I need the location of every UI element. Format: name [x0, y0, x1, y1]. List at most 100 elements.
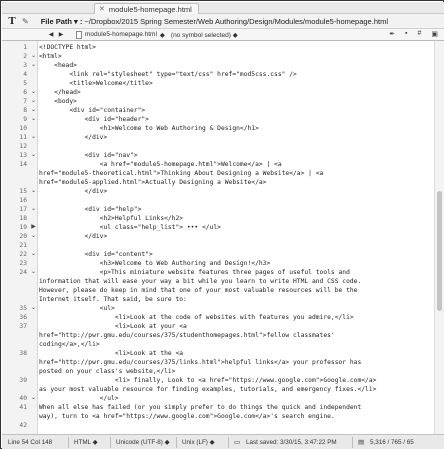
code-line[interactable]: <p>This miniature website features three… — [39, 268, 350, 277]
vertical-scrollbar[interactable] — [434, 41, 444, 434]
code-line[interactable]: posted on your class's website,</li> — [39, 367, 175, 376]
back-arrow-icon[interactable]: ◀ — [46, 31, 56, 38]
forward-arrow-icon[interactable]: ▶ — [56, 31, 66, 38]
tab-title: module5-homepage.html — [108, 4, 192, 14]
code-area[interactable]: <!DOCTYPE html> <html> <head> <link rel="… — [39, 41, 434, 434]
fold-toggle-icon[interactable]: ▶ — [30, 223, 37, 232]
code-line[interactable]: <ul class="help_list"> ••• </ul> — [39, 223, 221, 232]
bookmark-icon[interactable]: ▪ — [405, 30, 407, 38]
chevron-down-icon: ◆ — [159, 31, 165, 39]
code-line[interactable]: information that will ease your way a bi… — [39, 277, 361, 286]
last-saved: Last saved: 3/30/15, 3:47:22 PM — [246, 439, 337, 446]
line-number: 10 — [19, 125, 27, 132]
code-line[interactable]: <div id="container"> — [39, 106, 145, 115]
fold-toggle-icon[interactable]: ⌄ — [30, 61, 37, 70]
line-number: 14 — [19, 161, 27, 168]
code-line[interactable]: <html> — [39, 52, 62, 61]
line-number: 16 — [19, 197, 27, 204]
code-line[interactable]: way), turn to <a href="https://www.googl… — [39, 412, 335, 421]
code-line[interactable]: <ul> — [39, 304, 115, 313]
code-line[interactable]: <li>Look at the code of websites with fe… — [39, 313, 354, 322]
code-line[interactable]: <title>Welcome</title> — [39, 79, 152, 88]
fold-toggle-icon[interactable]: ⌄ — [30, 394, 37, 403]
symbol-menu-label: (no symbol selected) — [170, 31, 231, 39]
code-line[interactable]: <!DOCTYPE html> — [39, 43, 96, 52]
code-line[interactable]: <h3>Welcome to Web Authoring and Design!… — [39, 259, 271, 268]
fold-toggle-icon[interactable]: ⌄ — [30, 205, 37, 214]
symbol-menu[interactable]: (no symbol selected) ◆ — [171, 31, 238, 39]
code-line[interactable]: <body> — [39, 97, 77, 106]
language-menu[interactable]: HTML ◆ — [74, 439, 98, 446]
code-line[interactable]: href="http://pwr.gmu.edu/courses/375/lin… — [39, 358, 361, 367]
page-icon[interactable]: ▣ — [431, 30, 438, 38]
file-path-value: ~/Dropbox/2015 Spring Semester/Web Autho… — [84, 16, 388, 26]
tab-module5-homepage[interactable]: ✕ module5-homepage.html — [94, 3, 199, 14]
fold-toggle-icon[interactable]: ⌄ — [30, 88, 37, 97]
code-line[interactable]: <link rel="stylesheet" type="text/css" h… — [39, 70, 296, 79]
code-line[interactable]: </head> — [39, 88, 81, 97]
file-menu[interactable]: module5-homepage.html ◆ — [76, 30, 165, 39]
line-number: 24 — [19, 269, 27, 276]
code-line[interactable]: <div id="content"> — [39, 250, 152, 259]
status-divider — [110, 437, 111, 448]
encoding-menu[interactable]: Unicode (UTF-8) ◆ — [116, 439, 169, 446]
code-line[interactable]: <h2>Helpful Links</h2> — [39, 214, 183, 223]
code-line[interactable]: </ul> — [39, 394, 119, 403]
line-endings-menu[interactable]: Unix (LF) ◆ — [182, 439, 214, 446]
document-icon — [76, 30, 82, 39]
code-line[interactable]: <li>Look at your <a — [39, 322, 187, 331]
code-line[interactable]: <h1>Welcome to Web Authoring & Design</h… — [39, 124, 259, 133]
status-divider — [352, 437, 353, 448]
fold-toggle-icon[interactable]: ⌄ — [30, 250, 37, 259]
cursor-position[interactable]: Line 54 Col 148 — [8, 439, 52, 446]
hash-icon[interactable]: # — [417, 30, 421, 38]
code-line[interactable]: <head> — [39, 61, 77, 70]
fold-toggle-icon[interactable]: ⌄ — [30, 232, 37, 241]
file-path-label[interactable]: File Path ▾ : — [41, 17, 83, 26]
fold-toggle-icon[interactable]: ⌄ — [30, 115, 37, 124]
fold-toggle-icon[interactable]: ⌄ — [30, 106, 37, 115]
line-number: 36 — [19, 314, 27, 321]
code-line[interactable]: </div> — [39, 133, 107, 142]
fold-toggle-icon[interactable]: ⌄ — [30, 151, 37, 160]
code-line[interactable]: </div> — [39, 187, 107, 196]
code-line[interactable]: <li> finally, Look to <a href="https://w… — [39, 376, 377, 385]
fold-toggle-icon[interactable]: ⌄ — [30, 97, 37, 106]
fold-toggle-icon[interactable]: ⌄ — [30, 304, 37, 313]
file-menu-label: module5-homepage.html — [85, 31, 157, 38]
code-line[interactable]: href="http://pwr.gmu.edu/courses/375/stu… — [39, 331, 335, 340]
fold-toggle-icon[interactable]: ⌄ — [30, 268, 37, 277]
code-line[interactable]: Internet itself. That said, be sure to: — [39, 295, 187, 304]
code-line[interactable]: href="module5-theoretical.html">Thinking… — [39, 169, 323, 178]
pencil-icon[interactable]: ✎ — [22, 17, 29, 26]
code-line[interactable]: <li>Look at the <a — [39, 349, 183, 358]
code-line[interactable]: <div id="header"> — [39, 115, 148, 124]
pen-icon[interactable]: ✒ — [389, 30, 395, 38]
line-number: 21 — [19, 242, 27, 249]
code-line[interactable]: as your most valuable resource for findi… — [39, 385, 376, 394]
line-number: 11 — [19, 134, 27, 141]
fold-toggle-icon[interactable]: ⌄ — [30, 133, 37, 142]
code-line[interactable]: <div id="nav"> — [39, 151, 137, 160]
code-line[interactable]: However, please do keep in mind that one… — [39, 286, 357, 295]
close-icon[interactable]: ✕ — [99, 5, 105, 13]
text-tool-icon[interactable]: T — [2, 15, 22, 27]
fold-toggle-icon[interactable]: ⌄ — [30, 52, 37, 61]
code-line[interactable]: <a href="module5-homepage.html">Welcome<… — [39, 160, 282, 169]
status-divider — [68, 437, 69, 448]
line-number: 40 — [19, 395, 27, 402]
line-number: 13 — [19, 152, 27, 159]
path-bar: T ✎ File Path ▾ : ~/Dropbox/2015 Spring … — [2, 14, 444, 29]
line-number: 37 — [19, 323, 27, 330]
code-line[interactable]: coding</a>,</li> — [39, 340, 100, 349]
code-editor[interactable]: 1 2 ⌄ 3 ⌄ 4 5 6 ⌄ 7 ⌄ 8 ⌄ 9 ⌄ 10 11 ⌄ 12 13 ⌄ 14 15 ⌄ 16 17 ⌄ 18 19 ▶… — [2, 41, 444, 434]
code-line[interactable]: <div id="help"> — [39, 205, 141, 214]
code-line[interactable]: href="module5-applied.html">Actually Des… — [39, 178, 266, 187]
line-number: 15 — [19, 188, 27, 195]
code-line[interactable]: </div> — [39, 232, 107, 241]
line-number: 41 — [19, 404, 27, 411]
fold-toggle-icon[interactable]: ⌄ — [30, 187, 37, 196]
code-line[interactable]: When all else has failed (or you simply … — [39, 403, 361, 412]
line-number: 3 — [23, 62, 27, 69]
scroll-thumb[interactable] — [437, 191, 442, 311]
